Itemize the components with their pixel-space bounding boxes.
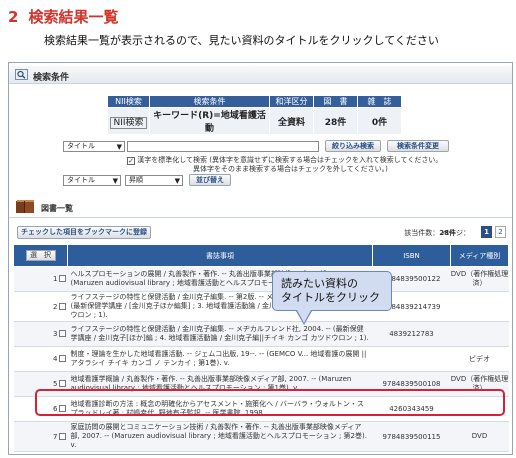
book-icon (16, 200, 34, 213)
row-index: 2 (13, 291, 68, 322)
table-row: 3 ライフステージの特性と保健活動 / 金川克子編集. -- メヂカルフレンド社… (13, 321, 509, 347)
cond-keyword: キーワード(R)=地域看護活動 (149, 107, 270, 135)
col-isbn: ISBN (372, 244, 451, 267)
row-checkbox[interactable] (58, 302, 66, 310)
select-all-button[interactable]: 選 択 (25, 250, 56, 261)
row-media (450, 291, 509, 322)
cond-header-lang: 和洋区分 (269, 95, 314, 108)
row-media: DVD (450, 421, 509, 452)
row-checkbox[interactable] (58, 380, 66, 387)
search-conditions-bar: 検索条件 (9, 66, 512, 84)
row-index: 3 (13, 321, 68, 347)
page-2-button[interactable]: 2 (495, 226, 506, 238)
table-row: 7 家庭訪問の展開とコミュニケーション技術 / 丸善製作・著作. -- 丸善出版… (13, 421, 509, 452)
row-index: 7 (13, 421, 68, 452)
row-number: 7 (53, 432, 58, 441)
page-1-button[interactable]: 1 (481, 226, 492, 238)
narrow-field-select[interactable]: タイトル ▼ (63, 141, 125, 152)
results-toolbar: チェックした項目をブックマークに登録 該当件数：28件 ページ： 1 2 (9, 224, 512, 242)
row-isbn: 9784839500115 (372, 421, 451, 452)
cond-lang: 全資料 (269, 107, 314, 135)
row-number: 3 (53, 330, 58, 338)
search-icon (15, 69, 28, 80)
row-title-link[interactable]: 制度・理論を生かした地域看護活動. -- ジェムコ出版, 19--. -- (G… (67, 346, 373, 372)
row-index: 1 (13, 266, 68, 292)
opac-window: 検索条件 NII検索 検索条件 和洋区分 図 書 雑 誌 NII検索 キーワード… (8, 62, 513, 455)
highlight-box (35, 389, 505, 416)
search-conditions-title: 検索条件 (33, 73, 70, 83)
table-row: 4 制度・理論を生かした地域看護活動. -- ジェムコ出版, 19--. -- … (13, 346, 509, 372)
step-description: 検索結果一覧が表示されるので、見たい資料のタイトルをクリックしてください (44, 34, 439, 47)
row-number: 2 (53, 302, 58, 311)
cond-journal-count: 0件 (357, 107, 402, 135)
book-list-bar: 図書一覧 (9, 196, 512, 218)
row-checkbox[interactable] (58, 275, 66, 282)
col-media: メディア種別 (450, 244, 509, 267)
bookmark-checked-button[interactable]: チェックした項目をブックマークに登録 (17, 226, 151, 239)
table-row: 2 ライフステージの特性と保健活動 / 金川克子編集. -- 第2版. -- メ… (13, 291, 509, 322)
row-number: 4 (53, 355, 58, 363)
row-checkbox[interactable] (58, 355, 66, 362)
col-bib: 書誌事項 (67, 244, 373, 267)
normalize-kanji-checkbox[interactable]: ✓ (127, 157, 135, 165)
row-title-link[interactable]: 家庭訪問の展開とコミュニケーション技術 / 丸善製作・著作. -- 丸善出版事業… (67, 421, 373, 452)
callout-line-1: 読みたい資料の (281, 277, 358, 290)
change-conditions-button[interactable]: 検索条件変更 (387, 140, 449, 152)
row-index: 4 (13, 346, 68, 372)
cond-header-condition: 検索条件 (149, 95, 270, 108)
row-checkbox[interactable] (58, 432, 66, 440)
normalize-kanji-note: 異体字をそのまま検索する場合はチェックを外してください。) (193, 165, 388, 173)
cond-header-nii: NII検索 (107, 95, 150, 108)
instruction-callout: 読みたい資料の タイトルをクリック (272, 271, 392, 311)
step-title: 検索結果一覧 (28, 8, 119, 26)
callout-pointer-fill (297, 310, 311, 323)
step-heading: 2 検索結果一覧 (8, 6, 118, 27)
sort-button[interactable]: 並び替え (189, 174, 231, 186)
cond-book-count: 28件 (313, 107, 358, 135)
normalize-kanji-label: 漢字を標準化して検索 (異体字を意識せずに検索する場合はチェックを入れて検索して… (137, 156, 443, 164)
row-title-link[interactable]: ライフステージの特性と保健活動 / 金川克子編集. -- メヂカルフレンド社, … (67, 321, 373, 347)
sort-order-value: 昇順 (129, 176, 143, 184)
cond-header-journals: 雑 誌 (357, 95, 402, 108)
sort-field-select[interactable]: タイトル ▼ (63, 175, 121, 186)
step-number: 2 (8, 8, 19, 26)
chevron-down-icon: ▼ (112, 177, 118, 185)
results-table: 選 択 書誌事項 ISBN メディア種別 1 ヘルスプロモーションの展開 / 丸… (13, 244, 509, 452)
pager-label: ページ： (442, 229, 470, 237)
narrow-search-button[interactable]: 絞り込み検索 (325, 140, 381, 152)
book-list-title: 図書一覧 (41, 204, 73, 213)
row-isbn (372, 346, 451, 372)
narrow-search-input[interactable] (127, 141, 319, 152)
cond-nii-button-cell[interactable]: NII検索 (107, 107, 150, 135)
row-number: 1 (53, 275, 58, 283)
row-media: DVD（著作権処理済） (450, 266, 509, 292)
callout-line-2: タイトルをクリック (281, 291, 380, 304)
row-media (450, 321, 509, 347)
col-select: 選 択 (13, 244, 68, 267)
row-number: 5 (53, 380, 58, 388)
search-conditions-table: NII検索 検索条件 和洋区分 図 書 雑 誌 NII検索 キーワード(R)=地… (107, 95, 402, 135)
cond-header-books: 図 書 (313, 95, 358, 108)
sort-order-select[interactable]: 昇順 ▼ (125, 175, 183, 186)
narrow-field-value: タイトル (67, 142, 95, 150)
sort-field-value: タイトル (67, 176, 95, 184)
row-isbn: 4839212783 (372, 321, 451, 347)
row-checkbox[interactable] (58, 330, 66, 337)
cond-nii-button[interactable]: NII検索 (110, 116, 147, 129)
result-count-label: 該当件数： (404, 229, 440, 237)
chevron-down-icon: ▼ (116, 143, 122, 151)
table-row: 1 ヘルスプロモーションの展開 / 丸善製作・著作. -- 丸善出版事業部映像メ… (13, 266, 509, 292)
chevron-down-icon: ▼ (174, 177, 180, 185)
row-media: ビデオ (450, 346, 509, 372)
